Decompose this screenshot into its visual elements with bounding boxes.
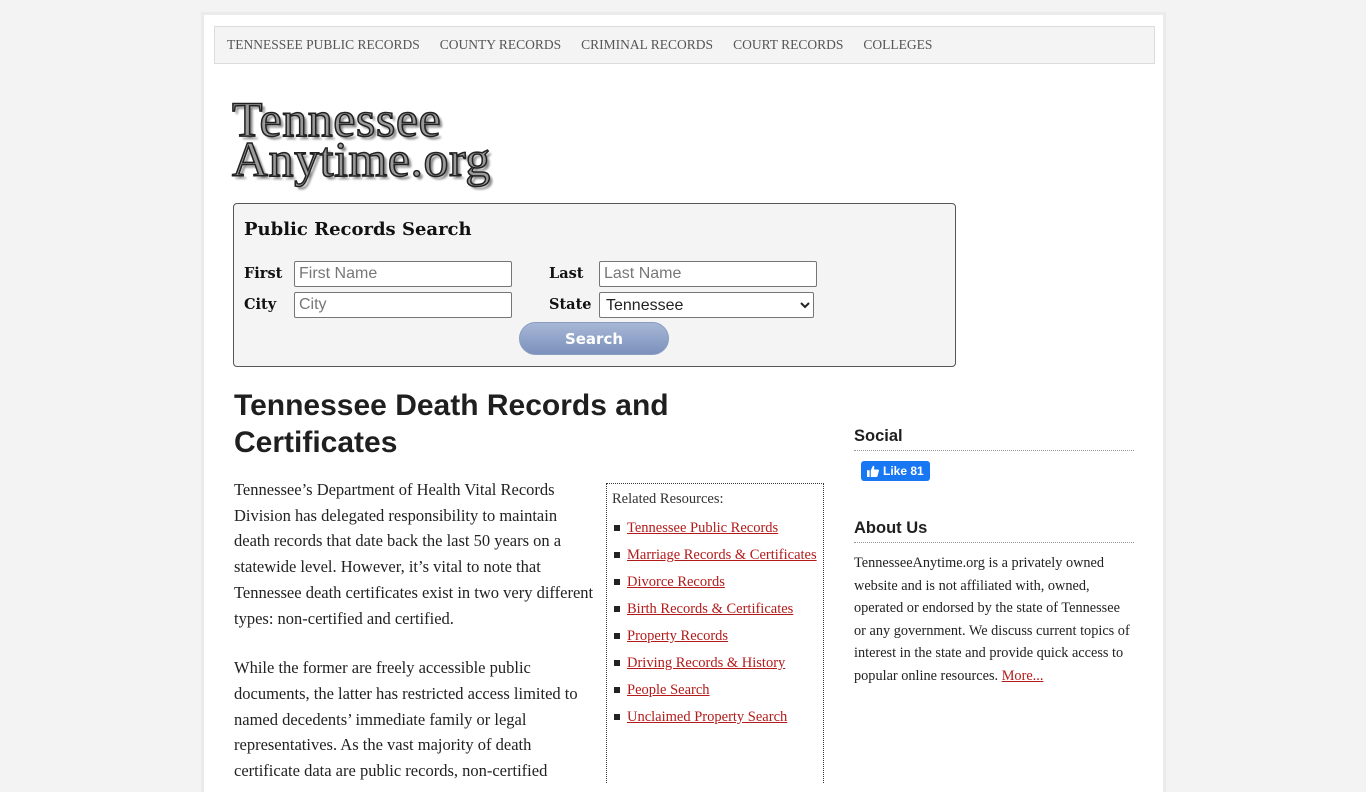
- city-label: City: [244, 296, 277, 313]
- square-bullet-icon: [614, 660, 620, 666]
- list-item: Divorce Records: [612, 571, 818, 593]
- first-name-input[interactable]: [294, 261, 512, 287]
- thumbs-up-icon: [867, 465, 879, 477]
- nav-county-records[interactable]: COUNTY RECORDS: [440, 37, 561, 53]
- square-bullet-icon: [614, 687, 620, 693]
- square-bullet-icon: [614, 552, 620, 558]
- state-label: State: [549, 296, 592, 313]
- about-more-link[interactable]: More...: [1002, 668, 1044, 684]
- about-us-text: TennesseeAnytime.org is a privately owne…: [854, 552, 1134, 687]
- related-resources-list: Tennessee Public Records Marriage Record…: [612, 517, 818, 728]
- like-label: Like: [883, 464, 908, 478]
- list-item: Unclaimed Property Search: [612, 706, 818, 728]
- nav-court-records[interactable]: COURT RECORDS: [733, 37, 843, 53]
- article-paragraph-1: Tennessee’s Department of Health Vital R…: [234, 480, 594, 628]
- related-resources-title: Related Resources:: [612, 491, 724, 507]
- like-count: 81: [910, 464, 924, 478]
- related-link-property-records[interactable]: Property Records: [627, 628, 728, 644]
- search-form-title: Public Records Search: [244, 219, 472, 240]
- page-container: TENNESSEE PUBLIC RECORDS COUNTY RECORDS …: [201, 12, 1166, 792]
- list-item: People Search: [612, 679, 818, 701]
- logo-line-2: Anytime.org: [231, 131, 491, 187]
- top-navigation: TENNESSEE PUBLIC RECORDS COUNTY RECORDS …: [214, 26, 1155, 64]
- last-name-input[interactable]: [599, 261, 817, 287]
- related-link-birth-records[interactable]: Birth Records & Certificates: [627, 601, 793, 617]
- nav-colleges[interactable]: COLLEGES: [863, 37, 932, 53]
- public-records-search-form: Public Records Search First Last City St…: [233, 203, 956, 367]
- square-bullet-icon: [614, 714, 620, 720]
- social-heading: Social: [854, 427, 1134, 451]
- last-name-label: Last: [549, 265, 584, 282]
- about-us-body: TennesseeAnytime.org is a privately owne…: [854, 555, 1130, 684]
- site-logo[interactable]: Tennessee Anytime.org: [231, 93, 497, 195]
- related-link-driving-records[interactable]: Driving Records & History: [627, 655, 785, 671]
- list-item: Driving Records & History: [612, 652, 818, 674]
- state-select[interactable]: Tennessee: [599, 292, 814, 318]
- city-input[interactable]: [294, 292, 512, 318]
- sidebar: Social Like 81 About Us TennesseeAnytime…: [854, 427, 1134, 687]
- square-bullet-icon: [614, 606, 620, 612]
- nav-criminal-records[interactable]: CRIMINAL RECORDS: [581, 37, 713, 53]
- article-title: Tennessee Death Records and Certificates: [234, 389, 669, 459]
- first-name-label: First: [244, 265, 283, 282]
- facebook-like-button[interactable]: Like 81: [861, 461, 930, 481]
- list-item: Tennessee Public Records: [612, 517, 818, 539]
- square-bullet-icon: [614, 525, 620, 531]
- related-link-divorce-records[interactable]: Divorce Records: [627, 574, 725, 590]
- list-item: Marriage Records & Certificates: [612, 544, 818, 566]
- list-item: Birth Records & Certificates: [612, 598, 818, 620]
- square-bullet-icon: [614, 633, 620, 639]
- square-bullet-icon: [614, 579, 620, 585]
- related-link-people-search[interactable]: People Search: [627, 682, 710, 698]
- related-link-unclaimed-property[interactable]: Unclaimed Property Search: [627, 709, 787, 725]
- about-us-heading: About Us: [854, 519, 1134, 543]
- related-link-marriage-records[interactable]: Marriage Records & Certificates: [627, 547, 817, 563]
- related-resources-box: Related Resources: Tennessee Public Reco…: [606, 483, 824, 783]
- article-paragraph-2: While the former are freely accessible p…: [234, 658, 578, 781]
- list-item: Property Records: [612, 625, 818, 647]
- related-link-tennessee-public-records[interactable]: Tennessee Public Records: [627, 520, 778, 536]
- nav-tennessee-public-records[interactable]: TENNESSEE PUBLIC RECORDS: [227, 37, 420, 53]
- search-button[interactable]: Search: [519, 322, 669, 355]
